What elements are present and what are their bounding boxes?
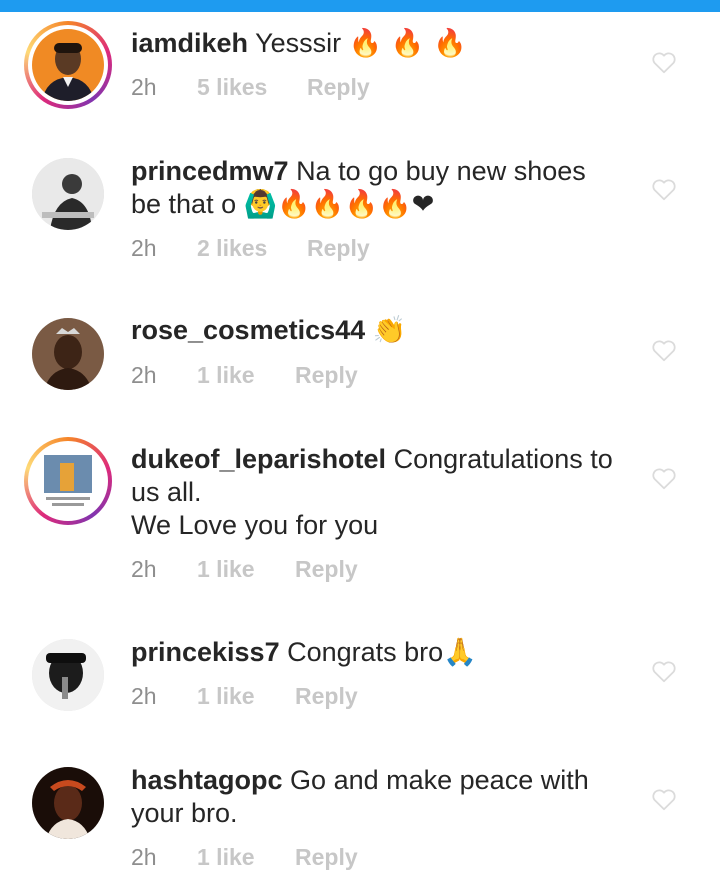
comment-body-line2: We Love you for you	[131, 510, 379, 540]
comment-meta: 2h 1 like Reply	[131, 556, 358, 583]
avatar[interactable]	[32, 158, 104, 230]
fire-emoji-icon: 🔥 🔥 🔥	[348, 28, 467, 59]
comment-likes-count[interactable]: 5 likes	[197, 74, 307, 101]
comment-username[interactable]: princedmw7	[131, 156, 289, 186]
comment-likes-count[interactable]: 1 like	[197, 683, 295, 710]
comment-username[interactable]: rose_cosmetics44	[131, 315, 365, 345]
comment-likes-count[interactable]: 2 likes	[197, 235, 307, 262]
comment-text: rose_cosmetics44 👏	[131, 314, 631, 347]
comment-timestamp: 2h	[131, 235, 157, 261]
avatar[interactable]	[24, 437, 112, 525]
avatar[interactable]	[24, 21, 112, 109]
comment-meta: 2h 2 likes Reply	[131, 235, 370, 262]
comment-timestamp: 2h	[131, 362, 157, 388]
comment-body: Yesssir	[255, 28, 342, 58]
comment-likes-count[interactable]: 1 like	[197, 556, 295, 583]
comment-body: Congrats bro	[287, 637, 444, 667]
comment-username[interactable]: hashtagopc	[131, 765, 283, 795]
comment-timestamp: 2h	[131, 556, 157, 582]
top-accent-bar	[0, 0, 720, 12]
comment-username[interactable]: dukeof_leparishotel	[131, 444, 386, 474]
comment-meta: 2h 1 like Reply	[131, 362, 358, 389]
avatar[interactable]	[32, 767, 104, 839]
reply-button[interactable]: Reply	[307, 74, 370, 101]
comment-meta: 2h 5 likes Reply	[131, 74, 370, 101]
heart-outline-icon[interactable]	[651, 177, 677, 201]
heart-outline-icon[interactable]	[651, 338, 677, 362]
avatar[interactable]	[32, 639, 104, 711]
comment-likes-count[interactable]: 1 like	[197, 844, 295, 871]
pray-emoji-icon: 🙏	[443, 637, 477, 668]
comment-meta: 2h 1 like Reply	[131, 683, 358, 710]
clap-emoji-icon: 👏	[372, 315, 407, 346]
heart-outline-icon[interactable]	[651, 50, 677, 74]
comment-timestamp: 2h	[131, 683, 157, 709]
reply-button[interactable]: Reply	[295, 844, 358, 871]
comment-text: hashtagopc Go and make peace with your b…	[131, 764, 611, 830]
comment-timestamp: 2h	[131, 74, 157, 100]
comment-text: princekiss7 Congrats bro🙏	[131, 636, 631, 669]
fire-emoji-icon: 🙆‍♂️🔥🔥🔥🔥❤	[243, 189, 435, 220]
comment-username[interactable]: iamdikeh	[131, 28, 248, 58]
comment-likes-count[interactable]: 1 like	[197, 362, 295, 389]
reply-button[interactable]: Reply	[295, 556, 358, 583]
comment-text: princedmw7 Na to go buy new shoes be tha…	[131, 155, 611, 221]
reply-button[interactable]: Reply	[295, 683, 358, 710]
heart-outline-icon[interactable]	[651, 466, 677, 490]
heart-outline-icon[interactable]	[651, 659, 677, 683]
reply-button[interactable]: Reply	[295, 362, 358, 389]
comment-text: dukeof_leparishotel Congratulations to u…	[131, 443, 631, 509]
comment-meta: 2h 1 like Reply	[131, 844, 358, 871]
reply-button[interactable]: Reply	[307, 235, 370, 262]
comment-text: iamdikeh Yesssir 🔥 🔥 🔥	[131, 27, 631, 60]
comment-username[interactable]: princekiss7	[131, 637, 280, 667]
heart-outline-icon[interactable]	[651, 787, 677, 811]
avatar[interactable]	[32, 318, 104, 390]
comment-timestamp: 2h	[131, 844, 157, 870]
